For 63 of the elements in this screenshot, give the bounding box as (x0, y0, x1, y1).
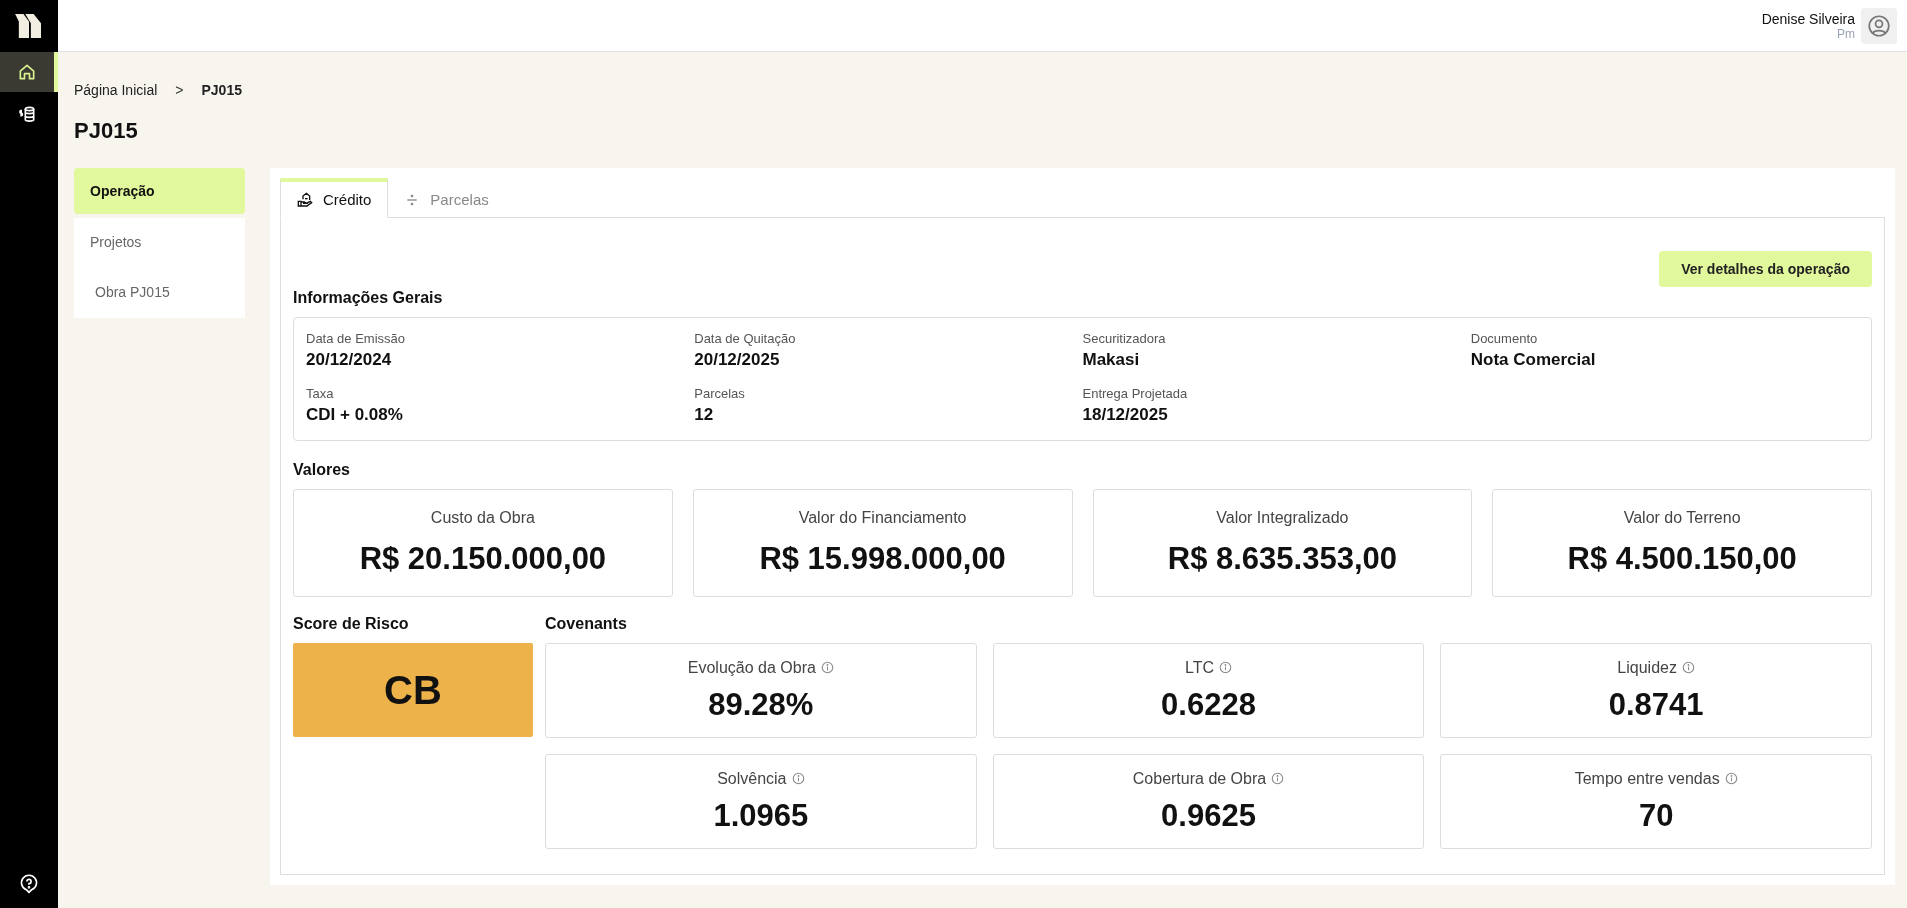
help-icon[interactable] (19, 874, 39, 894)
field-label: Data de Quitação (694, 331, 797, 346)
field-value: 18/12/2025 (1082, 405, 1169, 425)
covenant-value: 89.28% (708, 686, 814, 723)
section-title: Score de Risco (293, 615, 410, 633)
field-label: Securitizadora (1082, 331, 1167, 346)
field-value: Nota Comercial (1470, 350, 1597, 370)
value-amount: R$ 20.150.000,00 (359, 541, 607, 577)
user-icon (1866, 12, 1892, 39)
section-title: Covenants (545, 615, 628, 633)
value-amount: R$ 8.635.353,00 (1167, 541, 1397, 577)
tab[interactable]: Crédito (280, 178, 389, 218)
info-icon[interactable] (820, 661, 834, 674)
user-role: Pm (1837, 26, 1855, 41)
covenant-value: 0.6228 (1161, 686, 1256, 723)
info-icon[interactable] (1271, 772, 1285, 785)
covenant-label: Solvência (717, 769, 787, 788)
info-icon[interactable] (1681, 661, 1695, 674)
info-icon[interactable] (791, 772, 805, 785)
field-label: Documento (1470, 331, 1539, 346)
section-title: Valores (293, 461, 351, 479)
field-value: CDI + 0.08% (306, 405, 404, 425)
covenant-label: Tempo entre vendas (1574, 769, 1720, 788)
field-value: 20/12/2024 (306, 350, 393, 370)
covenant-value: 70 (1638, 797, 1674, 834)
side-menu-item[interactable]: Projetos (74, 218, 245, 266)
section-title: Informações Gerais (293, 289, 444, 307)
covenant-label: Cobertura de Obra (1132, 769, 1267, 788)
covenant-value: 0.8741 (1608, 686, 1704, 723)
field-label: Taxa (306, 386, 335, 401)
value-label: Valor do Financiamento (798, 509, 967, 527)
breadcrumb-link[interactable]: Página Inicial (74, 82, 158, 98)
dollar-coins-icon (17, 104, 37, 124)
info-icon[interactable] (1724, 772, 1738, 785)
side-menu-item[interactable]: Operação (74, 168, 245, 214)
breadcrumb-link[interactable]: PJ015 (201, 82, 242, 98)
covenant-label: Liquidez (1617, 658, 1677, 677)
user-name: Denise Silveira (1761, 10, 1855, 27)
user-avatar-button[interactable] (1861, 7, 1897, 44)
value-label: Valor Integralizado (1216, 509, 1349, 527)
covenant-label: LTC (1184, 658, 1214, 677)
field-value: Makasi (1082, 350, 1141, 370)
field-label: Data de Emissão (306, 331, 406, 346)
field-label: Parcelas (694, 386, 746, 401)
covenant-value: 0.9625 (1161, 797, 1256, 834)
info-icon[interactable] (1219, 661, 1232, 674)
value-label: Custo da Obra (430, 509, 535, 527)
side-menu-subitem[interactable]: Obra PJ015 (74, 266, 245, 318)
home-icon (17, 62, 37, 82)
value-amount: R$ 4.500.150,00 (1567, 541, 1797, 577)
value-label: Valor do Terreno (1623, 509, 1741, 527)
field-value: 20/12/2025 (694, 350, 781, 370)
covenant-label: Evolução da Obra (687, 658, 816, 677)
value-amount: R$ 15.998.000,00 (759, 541, 1006, 577)
field-label: Entrega Projetada (1082, 386, 1189, 401)
home-nav-button[interactable] (0, 52, 58, 92)
breadcrumb-separator: > (175, 82, 184, 98)
page-title: PJ015 (74, 118, 139, 144)
logo-icon (14, 14, 44, 38)
covenant-value: 1.0965 (713, 797, 809, 834)
field-value: 12 (694, 405, 715, 425)
details-button[interactable]: Ver detalhes da operação (1659, 251, 1872, 287)
risk-score-badge: CB (293, 643, 533, 737)
